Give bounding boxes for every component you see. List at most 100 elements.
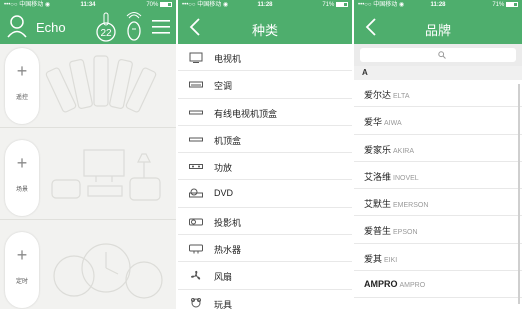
card-label: 遥控: [15, 95, 28, 101]
search-bar: [354, 44, 522, 66]
clock-illustration: [53, 243, 163, 299]
category-label: DVD: [214, 188, 234, 199]
page-title: 品牌: [424, 23, 451, 38]
category-screen: •••○○ 中国移动 ◉ 11:28 71% 种类 电视机 空调 有线电视机顶盒…: [178, 0, 352, 309]
brand-name-en: EMERSON: [393, 202, 429, 210]
set-top-box-icon: [189, 137, 203, 142]
brand-name-en: AKIRA: [393, 147, 415, 155]
category-label: 热水器: [214, 245, 242, 256]
category-item[interactable]: 有线电视机顶盒: [178, 99, 352, 126]
category-item[interactable]: 风扇: [178, 262, 352, 290]
brand-item[interactable]: 爱家乐 AKIRA: [354, 135, 522, 162]
toy-icon: [191, 297, 201, 308]
timer-card[interactable]: + 定时: [0, 228, 176, 309]
battery: 71%: [492, 0, 518, 10]
brand-name-en: AIWA: [384, 120, 402, 128]
brand-item[interactable]: AMPRO AMPRO: [354, 271, 522, 299]
battery-percent: 71%: [492, 2, 505, 8]
scene-card[interactable]: + 场景: [0, 136, 176, 220]
category-list: 电视机 空调 有线电视机顶盒 机顶盒 功放 DVD 投影机 热水器 风扇 玩具: [178, 44, 352, 309]
menu-icon[interactable]: [152, 19, 170, 35]
amplifier-icon: [189, 164, 203, 170]
remote-card[interactable]: + 遥控: [0, 44, 176, 128]
category-item[interactable]: 投影机: [178, 208, 352, 236]
battery-percent: 70%: [146, 2, 159, 8]
card-label: 定时: [15, 279, 28, 285]
category-navbar: 种类: [178, 10, 352, 44]
water-heater-icon: [189, 244, 203, 254]
brand-item[interactable]: 艾洛维 INOVEL: [354, 162, 522, 190]
thermometer-icon[interactable]: 22: [95, 12, 117, 42]
brand-name: 爱华: [364, 117, 383, 128]
battery-icon: [336, 1, 348, 7]
category-label: 机顶盒: [214, 135, 242, 146]
brand-name: AMPRO: [364, 279, 398, 290]
home-navbar: Echo 22: [0, 10, 176, 44]
app-name: Echo: [36, 20, 66, 35]
battery-percent: 71%: [322, 2, 335, 8]
brand-name: 艾默生: [364, 199, 392, 210]
brand-name: 艾洛维: [364, 171, 392, 182]
category-label: 玩具: [214, 299, 233, 309]
add-timer-button[interactable]: + 定时: [5, 232, 39, 308]
alphabet-index-scrollbar[interactable]: [517, 84, 521, 304]
category-item[interactable]: 空调: [178, 71, 352, 99]
brand-item[interactable]: 爱普生 EPSON: [354, 216, 522, 244]
battery: 70%: [146, 0, 172, 10]
category-label: 空调: [214, 81, 233, 92]
brand-item[interactable]: 爱华 AIWA: [354, 107, 522, 135]
brand-list: 爱尔达 ELTA 爱华 AIWA 爱家乐 AKIRA 艾洛维 INOVEL 艾默生 EME…: [354, 80, 522, 299]
add-scene-button[interactable]: + 场景: [5, 140, 39, 216]
battery-icon: [160, 1, 172, 7]
category-item[interactable]: 机顶盒: [178, 126, 352, 154]
tv-icon: [189, 52, 203, 63]
section-header: A: [354, 66, 522, 80]
brand-name-en: EPSON: [393, 229, 418, 237]
category-item[interactable]: 热水器: [178, 235, 352, 263]
category-label: 有线电视机顶盒: [214, 108, 278, 119]
projector-icon: [189, 218, 203, 226]
status-bar: •••○○ 中国移动 ◉ 11:28 71%: [354, 0, 522, 10]
add-remote-button[interactable]: + 遥控: [5, 48, 39, 124]
brand-name-en: INOVEL: [393, 174, 419, 182]
brand-name: 爱家乐: [364, 144, 392, 155]
fan-icon: [191, 271, 201, 280]
category-item[interactable]: DVD: [178, 180, 352, 208]
dvd-icon: [189, 188, 203, 198]
air-conditioner-icon: [189, 81, 203, 88]
temperature-value: 22: [100, 28, 112, 39]
brand-name: 爱其: [364, 253, 383, 264]
brand-name-en: ELTA: [393, 93, 410, 100]
brand-item[interactable]: 艾默生 EMERSON: [354, 189, 522, 217]
search-input[interactable]: [360, 48, 516, 62]
plus-icon: +: [16, 61, 28, 81]
remotes-illustration: [45, 55, 157, 113]
brand-navbar: 品牌: [354, 10, 522, 44]
category-label: 电视机: [214, 54, 242, 64]
status-bar: •••○○ 中国移动 ◉ 11:34 70%: [0, 0, 176, 10]
user-icon[interactable]: [6, 14, 28, 38]
home-screen: •••○○ 中国移动 ◉ 11:34 70% Echo 22 + 遥控 + 场景…: [0, 0, 176, 309]
plus-icon: +: [16, 153, 28, 173]
category-item[interactable]: 玩具: [178, 290, 352, 309]
brand-name-en: AMPRO: [399, 282, 426, 290]
brand-item[interactable]: 爱尔达 ELTA: [354, 80, 522, 108]
category-item[interactable]: 功放: [178, 153, 352, 181]
brand-name: 爱尔达: [364, 90, 392, 100]
brand-name: 爱普生: [364, 226, 392, 237]
brand-item[interactable]: 爱其 EIKI: [354, 244, 522, 272]
category-label: 投影机: [214, 217, 242, 228]
living-room-illustration: [51, 149, 161, 201]
plus-icon: +: [16, 245, 28, 265]
status-bar: •••○○ 中国移动 ◉ 11:28 71%: [178, 0, 352, 10]
cable-box-icon: [189, 110, 203, 115]
battery-icon: [506, 1, 518, 7]
brand-screen: •••○○ 中国移动 ◉ 11:28 71% 品牌 A 爱尔达 ELTA 爱华 AI…: [354, 0, 522, 309]
brand-name-en: EIKI: [384, 256, 398, 264]
search-icon: [438, 51, 446, 59]
battery: 71%: [322, 0, 348, 10]
category-item[interactable]: 电视机: [178, 44, 352, 72]
page-title: 种类: [251, 23, 278, 38]
category-label: 功放: [214, 163, 233, 174]
bulb-icon[interactable]: [124, 12, 144, 42]
